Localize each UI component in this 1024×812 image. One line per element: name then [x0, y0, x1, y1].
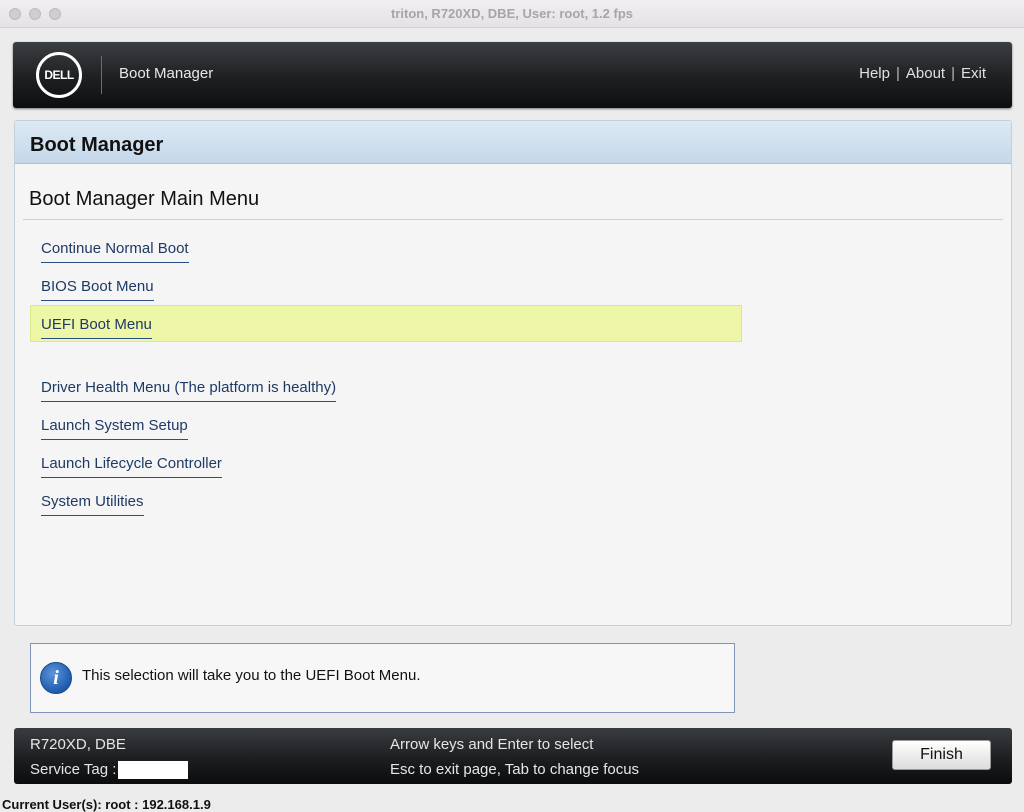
service-tag-label: Service Tag : — [30, 761, 117, 778]
about-link[interactable]: About — [906, 65, 945, 82]
link-separator: | — [895, 65, 900, 82]
menu-item-launch-system-setup[interactable]: Launch System Setup — [41, 417, 188, 440]
menu-item-system-utilities[interactable]: System Utilities — [41, 493, 144, 516]
close-window-button[interactable] — [9, 8, 21, 20]
page-title: Boot Manager — [30, 134, 164, 156]
info-icon: i — [40, 662, 72, 694]
boot-manager-panel: Boot Manager Boot Manager Main Menu Cont… — [14, 120, 1012, 626]
link-separator: | — [951, 65, 955, 82]
menu-item-launch-lifecycle-controller[interactable]: Launch Lifecycle Controller — [41, 455, 222, 478]
system-model: R720XD, DBE — [30, 736, 126, 753]
exit-link[interactable]: Exit — [961, 65, 986, 82]
window-title: triton, R720XD, DBE, User: root, 1.2 fps — [391, 6, 633, 21]
vnc-viewport: DELL Boot Manager Help | About | Exit Boot M… — [0, 28, 1024, 812]
status-line: Current User(s): root : 192.168.1.9 — [2, 797, 211, 812]
menu-title: Boot Manager Main Menu — [29, 188, 260, 210]
footer-bar: R720XD, DBE Service Tag : Arrow keys and… — [14, 728, 1012, 784]
menu-item-continue-normal-boot[interactable]: Continue Normal Boot — [41, 240, 189, 263]
finish-button[interactable]: Finish — [892, 740, 991, 770]
service-tag-value-redacted — [118, 761, 189, 780]
info-message-box: i This selection will take you to the UE… — [30, 643, 735, 713]
info-text: This selection will take you to the UEFI… — [82, 667, 421, 684]
panel-header: Boot Manager — [15, 121, 1011, 164]
header-divider — [101, 56, 102, 94]
app-title: Boot Manager — [119, 65, 214, 82]
help-hint-navigation: Esc to exit page, Tab to change focus — [390, 761, 640, 778]
minimize-window-button[interactable] — [29, 8, 41, 20]
service-tag: Service Tag : — [30, 761, 189, 780]
window-titlebar: triton, R720XD, DBE, User: root, 1.2 fps — [0, 0, 1024, 28]
dell-logo: DELL — [36, 52, 82, 98]
header-links: Help | About | Exit — [859, 65, 986, 82]
zoom-window-button[interactable] — [49, 8, 61, 20]
menu-item-uefi-boot-menu[interactable]: UEFI Boot Menu — [41, 316, 152, 339]
menu-divider — [23, 219, 1003, 220]
menu-item-driver-health-menu[interactable]: Driver Health Menu (The platform is heal… — [41, 379, 337, 402]
menu-item-bios-boot-menu[interactable]: BIOS Boot Menu — [41, 278, 154, 301]
dell-header-bar: DELL Boot Manager Help | About | Exit — [13, 42, 1012, 108]
help-link[interactable]: Help — [859, 65, 890, 82]
help-hint-select: Arrow keys and Enter to select — [390, 736, 594, 753]
